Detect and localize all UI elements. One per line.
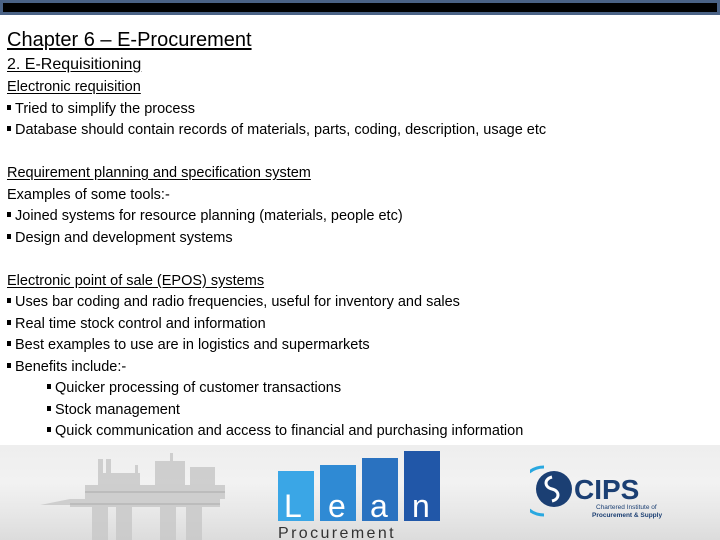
bullet-item: Best examples to use are in logistics an…	[7, 335, 717, 357]
cips-tagline-2: Procurement & Supply	[592, 512, 662, 519]
bullet-item: Benefits include:-	[7, 357, 717, 379]
section-epos: Electronic point of sale (EPOS) systems …	[7, 271, 717, 443]
footer-banner: L e a n Procurement CIPS Chartered Insti…	[0, 445, 720, 540]
lean-letter-n: n	[412, 488, 430, 524]
lean-procurement-logo: L e a n Procurement	[278, 451, 440, 540]
section-heading: Requirement planning and specification s…	[7, 165, 311, 181]
oil-rig-image	[40, 453, 225, 540]
section-heading: Electronic requisition	[7, 79, 141, 95]
bullet-item: Joined systems for resource planning (ma…	[7, 206, 717, 228]
lean-word-procurement: Procurement	[278, 525, 396, 540]
section-intro: Examples of some tools:-	[7, 186, 170, 203]
bullet-item: Database should contain records of mater…	[7, 120, 717, 142]
sub-bullet-item: Quicker processing of customer transacti…	[7, 378, 717, 400]
slide-top-bar	[0, 0, 720, 15]
cips-logo: CIPS Chartered Institute of Procurement …	[530, 465, 662, 519]
slide-content: Chapter 6 – E-Procurement 2. E-Requisiti…	[7, 27, 717, 443]
lean-letter-a: a	[370, 488, 388, 524]
section-requirement-planning: Requirement planning and specification s…	[7, 163, 717, 249]
slide-title: Chapter 6 – E-Procurement	[7, 29, 252, 51]
slide-top-bar-inner	[3, 3, 717, 12]
sub-bullet-item: Stock management	[7, 400, 717, 422]
sub-bullet-item: Quick communication and access to financ…	[7, 421, 717, 443]
bullet-item: Real time stock control and information	[7, 314, 717, 336]
section-electronic-requisition: Electronic requisition Tried to simplify…	[7, 77, 717, 142]
lean-letter-e: e	[328, 488, 346, 524]
cips-tagline-1: Chartered Institute of	[596, 504, 657, 511]
bullet-item: Uses bar coding and radio frequencies, u…	[7, 292, 717, 314]
lean-letter-l: L	[284, 488, 302, 524]
section-heading: Electronic point of sale (EPOS) systems	[7, 272, 265, 289]
slide-subtitle: 2. E-Requisitioning	[7, 56, 142, 73]
bullet-item: Tried to simplify the process	[7, 99, 717, 121]
bullet-item: Design and development systems	[7, 228, 717, 250]
cips-name: CIPS	[574, 474, 639, 505]
